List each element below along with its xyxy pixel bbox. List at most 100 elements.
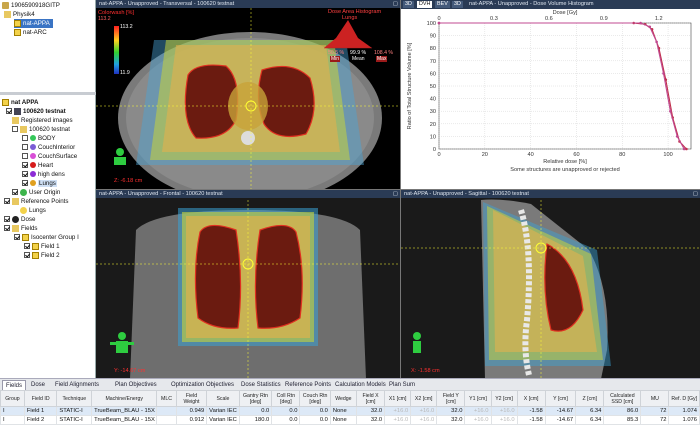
column-header[interactable]: MLC bbox=[156, 390, 177, 407]
reference-points-item[interactable]: Reference Points bbox=[4, 197, 68, 206]
table-cell[interactable]: 72 bbox=[640, 406, 670, 416]
reference-points-checkbox[interactable] bbox=[4, 198, 10, 205]
maximize-icon[interactable]: ▢ bbox=[393, 190, 398, 198]
structure-checkbox[interactable] bbox=[22, 180, 28, 187]
table-cell[interactable]: 32.0 bbox=[355, 406, 386, 416]
structure-item-high-dens[interactable]: high dens bbox=[22, 170, 65, 179]
column-header[interactable]: Machine/Energy bbox=[91, 390, 158, 407]
structure-item-couchsurface[interactable]: CouchSurface bbox=[22, 152, 77, 161]
table-cell[interactable]: -14.67 bbox=[544, 406, 577, 416]
table-cell[interactable]: 0.949 bbox=[175, 406, 208, 416]
column-header[interactable]: Couch Rtn [deg] bbox=[299, 390, 331, 407]
tab-calculation-models[interactable]: Calculation Models bbox=[332, 380, 389, 390]
column-header[interactable]: Group bbox=[0, 390, 25, 407]
dose-item[interactable]: Dose bbox=[4, 215, 35, 224]
plan-item-nat-appa[interactable]: nat-APPA bbox=[14, 19, 53, 28]
column-header[interactable]: Gantry Rtn [deg] bbox=[238, 390, 273, 407]
image-checkbox[interactable] bbox=[6, 108, 12, 115]
dose-checkbox[interactable] bbox=[4, 216, 10, 223]
table-cell[interactable]: Varian IEC bbox=[206, 406, 240, 416]
structure-set-checkbox[interactable] bbox=[12, 126, 18, 133]
table-row[interactable]: I Field 1 STATIC-I TrueBeam_BLAU - 15X 0.949… bbox=[0, 406, 700, 416]
table-cell[interactable] bbox=[156, 415, 177, 425]
table-cell[interactable]: 32.0 bbox=[436, 406, 466, 416]
transversal-view[interactable]: nat-APPA - Unapproved - Transversal - 10… bbox=[96, 0, 400, 189]
table-cell[interactable]: STATIC-I bbox=[56, 406, 93, 416]
column-header[interactable]: Scale bbox=[206, 390, 240, 407]
field-checkbox[interactable] bbox=[24, 243, 30, 250]
column-header[interactable]: Y2 [cm] bbox=[490, 390, 518, 407]
isocenter-checkbox[interactable] bbox=[14, 234, 20, 241]
table-cell[interactable]: +16.0 bbox=[384, 406, 412, 416]
column-header[interactable]: Wedge bbox=[329, 390, 357, 407]
table-cell[interactable]: 0.0 bbox=[299, 406, 331, 416]
tab-reference-points[interactable]: Reference Points bbox=[282, 380, 334, 390]
table-cell[interactable]: 72 bbox=[640, 415, 670, 425]
tab-3d[interactable]: 3D bbox=[452, 1, 463, 8]
table-cell[interactable]: 1.076 bbox=[668, 415, 700, 425]
column-header[interactable]: X1 [cm] bbox=[384, 390, 412, 407]
table-cell[interactable]: +16.0 bbox=[490, 406, 518, 416]
course-item[interactable]: Physik4 bbox=[4, 10, 35, 19]
sagittal-view[interactable]: nat-APPA - Unapproved - Sagittal - 10062… bbox=[400, 189, 700, 378]
column-header[interactable]: Calculated SSD [cm] bbox=[603, 390, 642, 407]
table-cell[interactable]: TrueBeam_BLAU - 15X bbox=[91, 415, 158, 425]
structure-checkbox[interactable] bbox=[22, 144, 28, 151]
column-header[interactable]: Field ID bbox=[23, 390, 58, 407]
tab-3d-view[interactable]: 3D bbox=[403, 1, 414, 8]
column-header[interactable]: Coll Rtn [deg] bbox=[271, 390, 301, 407]
registered-images-item[interactable]: Registered images bbox=[12, 116, 73, 125]
field-item-2[interactable]: Field 2 bbox=[24, 251, 60, 260]
table-cell[interactable]: -14.67 bbox=[544, 415, 577, 425]
table-cell[interactable]: +16.0 bbox=[490, 415, 518, 425]
fields-checkbox[interactable] bbox=[4, 225, 10, 232]
structure-checkbox[interactable] bbox=[22, 153, 28, 160]
tab-plan-objectives[interactable]: Plan Objectives bbox=[112, 380, 160, 390]
table-cell[interactable]: +16.0 bbox=[464, 415, 492, 425]
table-cell[interactable]: 85.3 bbox=[603, 415, 642, 425]
table-cell[interactable]: 0.0 bbox=[271, 415, 301, 425]
structure-checkbox[interactable] bbox=[22, 171, 28, 178]
table-cell[interactable]: 0.0 bbox=[299, 415, 331, 425]
plan-root-item[interactable]: nat APPA bbox=[2, 98, 39, 107]
column-header[interactable]: Y1 [cm] bbox=[464, 390, 492, 407]
table-cell[interactable]: 1.074 bbox=[668, 406, 700, 416]
table-cell[interactable]: TrueBeam_BLAU - 15X bbox=[91, 406, 158, 416]
table-cell[interactable]: +16.0 bbox=[384, 415, 412, 425]
panel-splitter[interactable] bbox=[0, 92, 96, 95]
table-row[interactable]: I Field 2 STATIC-I TrueBeam_BLAU - 15X 0.912… bbox=[0, 415, 700, 425]
column-header[interactable]: X [cm] bbox=[516, 390, 546, 407]
frontal-view[interactable]: nat-APPA - Unapproved - Frontal - 100620… bbox=[96, 189, 400, 378]
isocenter-group-item[interactable]: Isocenter Group I bbox=[14, 233, 79, 242]
structure-item-couchinterior[interactable]: CouchInterior bbox=[22, 143, 75, 152]
table-cell[interactable]: Varian IEC bbox=[206, 415, 240, 425]
table-cell[interactable]: STATIC-I bbox=[56, 415, 93, 425]
structure-checkbox[interactable] bbox=[22, 135, 28, 142]
user-origin-checkbox[interactable] bbox=[12, 189, 18, 196]
column-header[interactable]: Field Weight bbox=[175, 390, 208, 407]
table-cell[interactable]: 32.0 bbox=[436, 415, 466, 425]
user-origin-item[interactable]: User Origin bbox=[12, 188, 60, 197]
maximize-icon[interactable]: ▢ bbox=[393, 0, 398, 8]
tab-dose[interactable]: Dose bbox=[28, 380, 48, 390]
table-cell[interactable]: 6.34 bbox=[575, 415, 605, 425]
table-cell[interactable]: 6.34 bbox=[575, 406, 605, 416]
structure-item-lungs[interactable]: Lungs bbox=[22, 179, 57, 188]
table-cell[interactable]: +16.0 bbox=[410, 406, 438, 416]
fields-item[interactable]: Fields bbox=[4, 224, 38, 233]
column-header[interactable]: X2 [cm] bbox=[410, 390, 438, 407]
tab-bev[interactable]: BEV bbox=[435, 1, 450, 8]
column-header[interactable]: Z [cm] bbox=[575, 390, 605, 407]
plan-item-nat-arc[interactable]: nat-ARC bbox=[14, 28, 47, 37]
column-header[interactable]: Technique bbox=[56, 390, 93, 407]
tab-plan-sum[interactable]: Plan Sum bbox=[386, 380, 418, 390]
table-cell[interactable]: -1.58 bbox=[516, 406, 546, 416]
table-cell[interactable]: +16.0 bbox=[410, 415, 438, 425]
column-header[interactable]: Y [cm] bbox=[544, 390, 577, 407]
structure-item-heart[interactable]: Heart bbox=[22, 161, 53, 170]
table-cell[interactable]: -1.58 bbox=[516, 415, 546, 425]
field-item-1[interactable]: Field 1 bbox=[24, 242, 60, 251]
table-cell[interactable]: None bbox=[329, 415, 357, 425]
column-header[interactable]: Field X [cm] bbox=[355, 390, 386, 407]
table-cell[interactable]: +16.0 bbox=[464, 406, 492, 416]
